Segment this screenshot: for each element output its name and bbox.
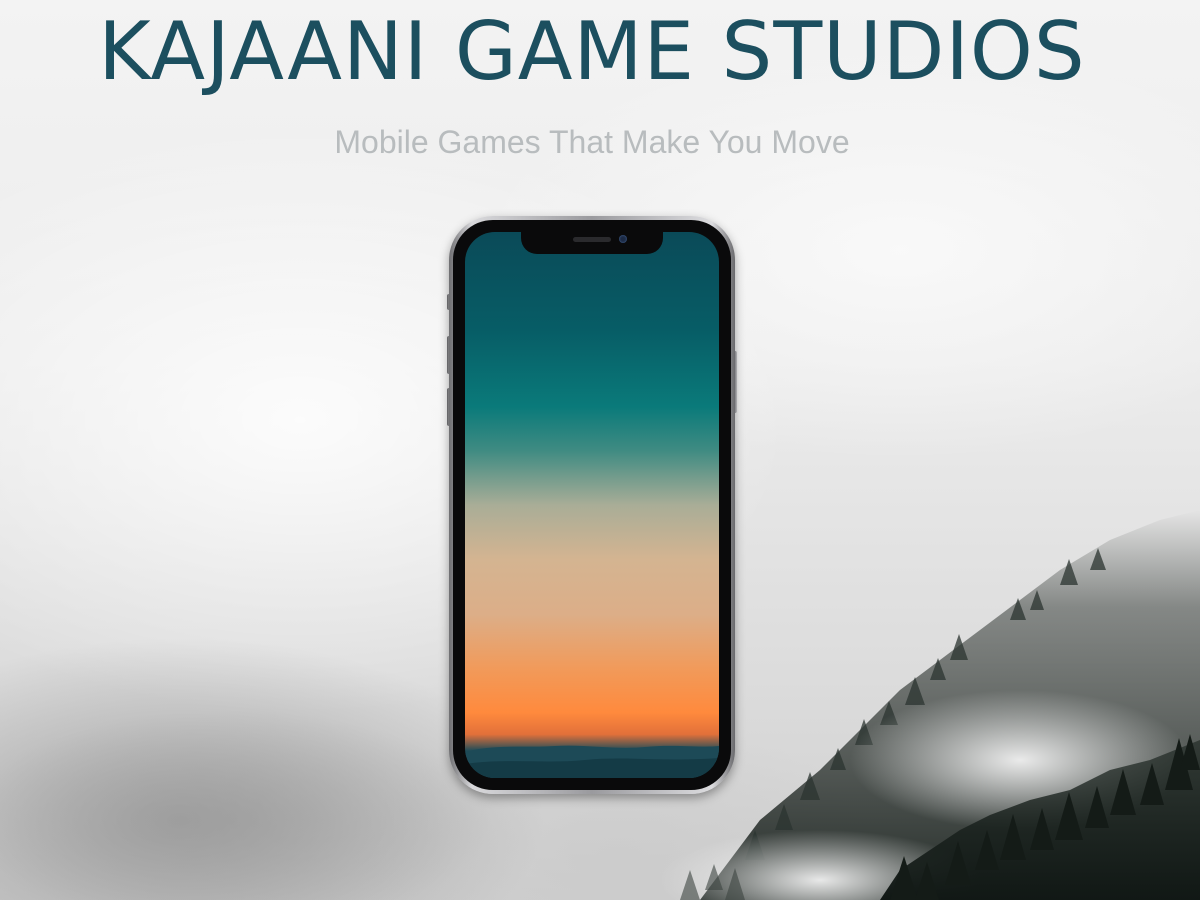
front-camera-icon (619, 235, 627, 243)
phone-screen-wallpaper (465, 232, 719, 778)
studio-tagline: Mobile Games That Make You Move (334, 124, 850, 160)
phone-speaker (573, 237, 611, 242)
studio-title: KAJAANI GAME STUDIOS (98, 5, 1086, 98)
phone-mockup (447, 216, 737, 794)
wallpaper-dunes (465, 745, 719, 778)
phone-notch (521, 232, 663, 254)
